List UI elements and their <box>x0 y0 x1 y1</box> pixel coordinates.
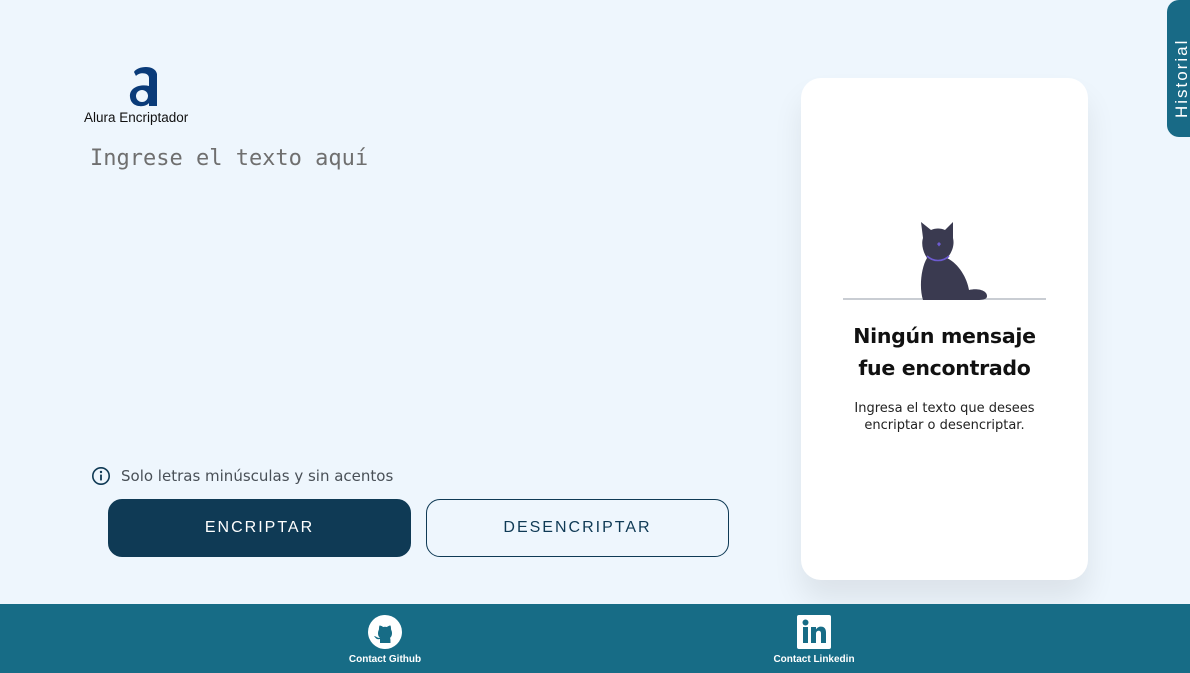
contact-github-link[interactable]: Contact Github <box>340 614 430 665</box>
result-title: Ningún mensaje fue encontrado <box>801 320 1088 384</box>
result-subtitle: Ingresa el texto que desees encriptar o … <box>854 401 1035 433</box>
logo-text: Alura Encriptador <box>84 110 189 125</box>
result-title-line1: Ningún mensaje <box>853 324 1036 348</box>
text-input[interactable] <box>90 146 770 446</box>
page: Alura Encriptador Solo letras minúsculas… <box>0 0 1190 673</box>
history-tab-label: Historial <box>1172 38 1190 118</box>
contact-linkedin-label: Contact Linkedin <box>773 654 855 665</box>
encrypt-button[interactable]: ENCRIPTAR <box>108 499 411 557</box>
github-icon <box>368 615 402 649</box>
footer: Contact Github Contact Linkedin <box>0 604 1190 673</box>
linkedin-icon <box>797 615 831 649</box>
history-tab[interactable]: Historial <box>1167 0 1190 137</box>
cat-illustration <box>843 222 1046 300</box>
input-hint: Solo letras minúsculas y sin acentos <box>91 466 393 486</box>
alura-logo-icon <box>129 67 157 107</box>
contact-github-label: Contact Github <box>348 654 422 665</box>
decrypt-button[interactable]: DESENCRIPTAR <box>426 499 729 557</box>
logo[interactable]: Alura Encriptador <box>84 62 206 125</box>
hint-text: Solo letras minúsculas y sin acentos <box>121 467 394 485</box>
info-icon <box>92 467 110 485</box>
result-card: Ningún mensaje fue encontrado Ingresa el… <box>801 78 1088 580</box>
contact-linkedin-link[interactable]: Contact Linkedin <box>764 614 864 665</box>
result-title-line2: fue encontrado <box>858 356 1031 380</box>
